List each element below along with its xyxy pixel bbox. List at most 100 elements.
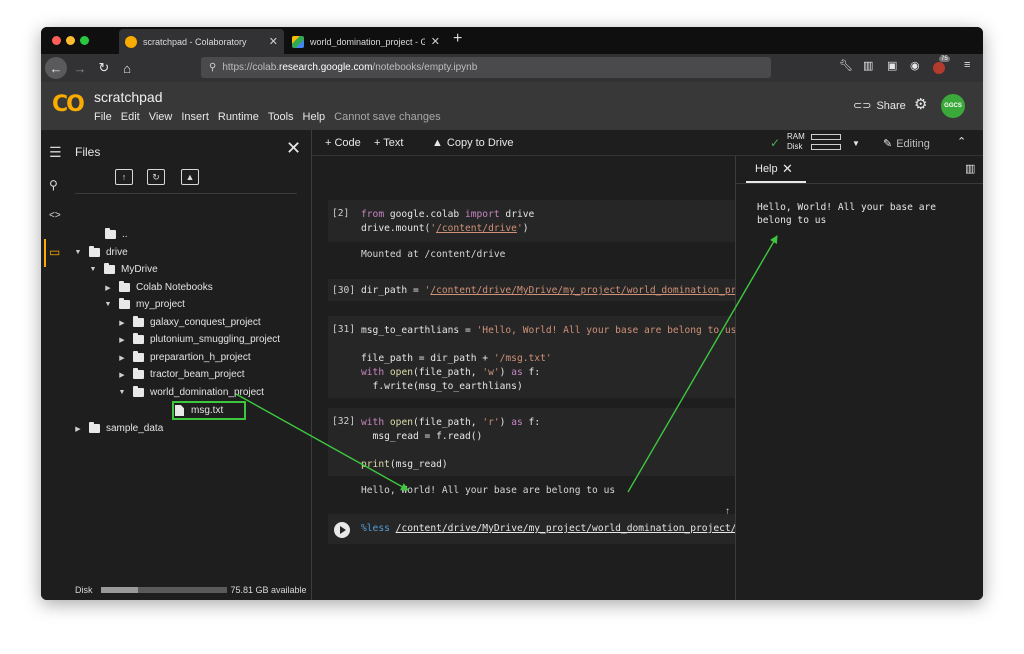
menu-tools[interactable]: Tools [268, 111, 294, 123]
library-icon[interactable]: ▥ [863, 59, 873, 72]
cell-code[interactable]: msg_to_earthlians = 'Hello, World! All y… [361, 324, 735, 394]
disk-label: Disk [75, 585, 93, 595]
add-text-button[interactable]: + Text [374, 137, 403, 149]
chevron-right-icon[interactable]: ▶ [117, 336, 127, 344]
tree-item-label: .. [122, 229, 128, 240]
extension-icon[interactable] [933, 62, 945, 74]
chevron-down-icon[interactable]: ▼ [88, 266, 98, 273]
table-of-contents-icon[interactable]: ☰ [49, 144, 62, 161]
run-cell-button[interactable] [334, 522, 350, 538]
folder-icon [89, 246, 100, 257]
menu-insert[interactable]: Insert [181, 111, 209, 123]
tab-world-domination[interactable]: world_domination_project - Go ✕ [286, 29, 446, 54]
account-icon[interactable]: ◉ [910, 59, 920, 72]
columns-icon[interactable]: ▥ [965, 162, 975, 175]
reload-button[interactable]: ↻ [93, 57, 115, 79]
search-icon[interactable]: ⚲ [49, 178, 58, 192]
chevron-right-icon[interactable]: ▶ [73, 425, 83, 433]
copy-to-drive-button[interactable]: ▲ Copy to Drive [432, 137, 514, 149]
notebook-toolbar: + Code + Text ▲ Copy to Drive ✓ RAM Disk … [312, 130, 983, 156]
tree-item-world-domination[interactable]: ▼ world_domination_project [117, 384, 264, 401]
tab-help[interactable]: Help [755, 163, 778, 175]
cell-code[interactable]: dir_path = '/content/drive/MyDrive/my_pr… [361, 285, 735, 296]
code-cell[interactable]: [30] dir_path = '/content/drive/MyDrive/… [328, 279, 735, 301]
tree-item-tractor-beam[interactable]: ▶ tractor_beam_project [117, 366, 245, 383]
folder-icon [104, 263, 115, 274]
close-tab-icon[interactable]: ✕ [269, 35, 278, 48]
wrench-icon[interactable]: 🔧︎ [839, 59, 853, 72]
tree-item-my-project[interactable]: ▼ my_project [103, 296, 185, 313]
chevron-right-icon[interactable]: ▶ [117, 371, 127, 379]
extension-badge: 75 [939, 56, 950, 62]
chevron-right-icon[interactable]: ▶ [117, 319, 127, 327]
cell-output: Mounted at /content/drive [361, 249, 506, 260]
share-button[interactable]: ⊂⊃ Share [853, 99, 906, 112]
code-cell[interactable]: [32] with open(file_path, 'r') as f: msg… [328, 408, 735, 476]
window-close-dot[interactable] [52, 36, 61, 45]
code-cell[interactable]: [2] from google.colab import drive drive… [328, 200, 735, 242]
menu-file[interactable]: File [94, 111, 112, 123]
add-code-button[interactable]: + Code [325, 137, 361, 149]
tree-item-galaxy-conquest[interactable]: ▶ galaxy_conquest_project [117, 314, 261, 331]
window-zoom-dot[interactable] [80, 36, 89, 45]
refresh-folder-icon[interactable]: ↻ [147, 169, 165, 185]
cell-output: Hello, World! All your base are belong t… [361, 485, 616, 496]
menu-runtime[interactable]: Runtime [218, 111, 259, 123]
cell-code[interactable]: %less /content/drive/MyDrive/my_project/… [361, 523, 735, 534]
address-bar[interactable]: ⚲ https://colab. research.google.com/note… [201, 57, 771, 78]
collapse-header-icon[interactable]: ⌃ [957, 135, 966, 148]
share-label: Share [876, 100, 906, 112]
link-icon: ⊂⊃ [853, 100, 872, 112]
window-minimize-dot[interactable] [66, 36, 75, 45]
menu-icon[interactable]: ≡ [964, 59, 970, 71]
folder-icon[interactable]: ▭ [49, 245, 60, 259]
code-cell[interactable]: [31] msg_to_earthlians = 'Hello, World! … [328, 316, 735, 398]
search-icon: ⚲ [209, 62, 217, 73]
upload-icon[interactable]: ↑ [115, 169, 133, 185]
tree-item-colab-notebooks[interactable]: ▶ Colab Notebooks [103, 279, 213, 296]
notebook-title[interactable]: scratchpad [94, 89, 162, 105]
tree-item-mydrive[interactable]: ▼ MyDrive [88, 261, 158, 278]
mount-drive-icon[interactable]: ▲ [181, 169, 199, 185]
cell-code[interactable]: from google.colab import drive drive.mou… [361, 208, 534, 236]
cell-code[interactable]: with open(file_path, 'r') as f: msg_read… [361, 416, 540, 472]
tree-item-preparartion-h[interactable]: ▶ preparartion_h_project [117, 349, 251, 366]
colab-logo[interactable]: CO [52, 92, 85, 117]
tab-scratchpad[interactable]: scratchpad - Colaboratory ✕ [119, 29, 284, 54]
tree-item-sample-data[interactable]: ▶ sample_data [73, 420, 163, 437]
tree-item-parent[interactable]: .. [89, 226, 128, 243]
active-indicator [44, 239, 46, 267]
avatar[interactable]: GGCS [941, 94, 965, 118]
colab-favicon-icon [125, 35, 137, 48]
menu-view[interactable]: View [149, 111, 173, 123]
tree-item-label: preparartion_h_project [150, 352, 251, 363]
close-icon[interactable]: ✕ [286, 138, 301, 159]
tree-item-label: my_project [136, 299, 185, 310]
home-button[interactable]: ⌂ [116, 57, 138, 79]
menu-edit[interactable]: Edit [121, 111, 140, 123]
tree-item-plutonium-smuggling[interactable]: ▶ plutonium_smuggling_project [117, 331, 280, 348]
tree-item-drive[interactable]: ▼ drive [73, 244, 128, 261]
menu-help[interactable]: Help [303, 111, 326, 123]
editing-mode-button[interactable]: ✎ Editing [883, 137, 930, 150]
active-code-cell[interactable]: %less /content/drive/MyDrive/my_project/… [328, 514, 735, 544]
chevron-right-icon[interactable]: ▶ [103, 284, 113, 292]
back-button[interactable]: ← [45, 57, 67, 79]
forward-button[interactable]: → [69, 57, 91, 79]
chevron-down-icon[interactable]: ▼ [103, 301, 113, 308]
chevron-right-icon[interactable]: ▶ [117, 354, 127, 362]
sidebar-icon[interactable]: ▣ [887, 59, 897, 72]
folder-icon [133, 386, 144, 397]
folder-icon [133, 333, 144, 344]
new-tab-button[interactable]: + [453, 30, 462, 48]
close-tab-icon[interactable]: ✕ [431, 35, 440, 48]
chevron-down-icon[interactable]: ▼ [852, 139, 860, 148]
execution-count: [30] [332, 285, 356, 296]
chevron-down-icon[interactable]: ▼ [73, 249, 83, 256]
close-icon[interactable]: ✕ [782, 161, 793, 177]
chevron-down-icon[interactable]: ▼ [117, 389, 127, 396]
gear-icon[interactable]: ⚙ [914, 95, 927, 113]
code-snippets-icon[interactable]: <> [49, 210, 61, 221]
execution-count: [31] [332, 324, 356, 335]
folder-icon [119, 298, 130, 309]
